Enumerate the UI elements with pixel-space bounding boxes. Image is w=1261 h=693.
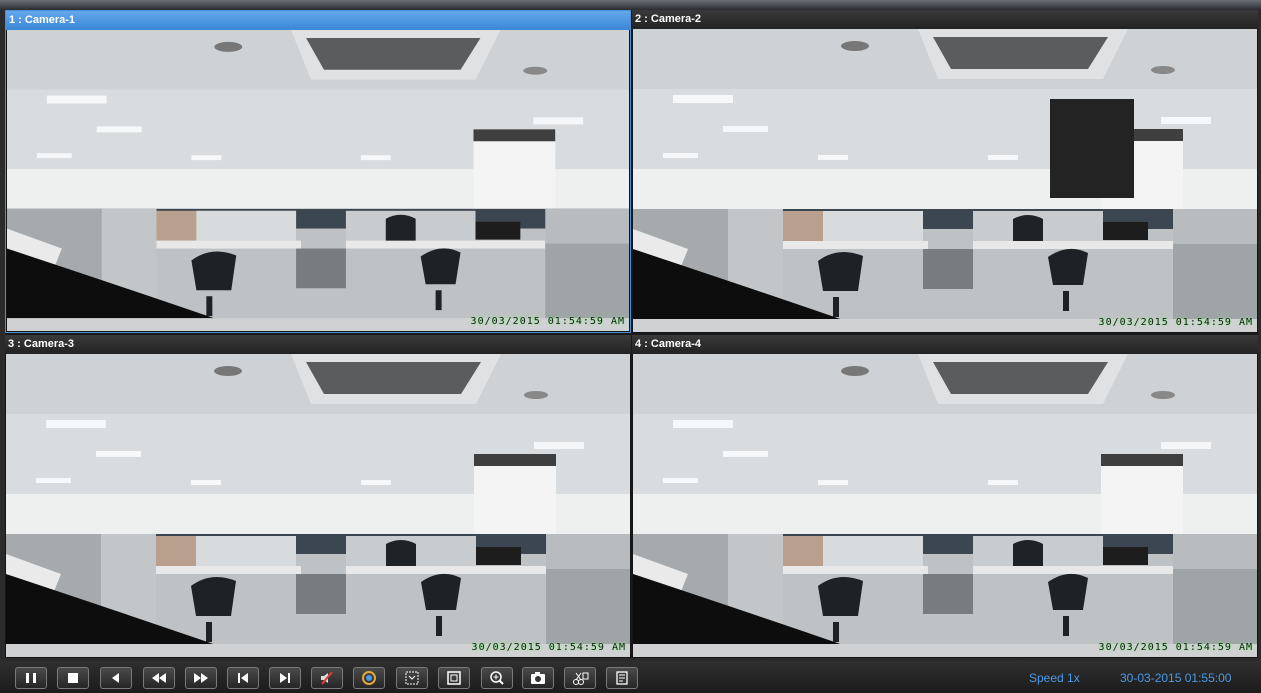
playback-toolbar: Speed 1x 30-03-2015 01:55:00 xyxy=(0,661,1261,693)
camera-pane-3[interactable]: 3 : Camera-3 30/03/2015 01:54:59 AM xyxy=(5,335,631,658)
pause-button[interactable] xyxy=(15,667,47,689)
fullscreen-button[interactable] xyxy=(438,667,470,689)
rewind-icon xyxy=(152,673,166,683)
rewind-button[interactable] xyxy=(143,667,175,689)
clip-export-button[interactable] xyxy=(564,667,596,689)
skip-start-button[interactable] xyxy=(227,667,259,689)
stop-icon xyxy=(68,673,78,683)
video-timestamp: 30/03/2015 01:54:59 AM xyxy=(1098,642,1253,653)
pane-title: 2 : Camera-2 xyxy=(632,10,1258,29)
step-back-icon xyxy=(112,673,119,683)
fast-forward-button[interactable] xyxy=(185,667,217,689)
snapshot-button[interactable] xyxy=(522,667,554,689)
step-back-button[interactable] xyxy=(100,667,132,689)
clip-export-icon xyxy=(573,672,589,685)
fit-screen-button[interactable] xyxy=(396,667,428,689)
zoom-in-icon xyxy=(490,671,504,685)
video-timestamp: 30/03/2015 01:54:59 AM xyxy=(470,316,625,327)
office-scene-image xyxy=(633,29,1257,332)
pane-title: 4 : Camera-4 xyxy=(632,335,1258,354)
skip-start-icon xyxy=(238,673,248,683)
fullscreen-icon xyxy=(447,671,461,685)
notes-icon xyxy=(616,671,628,685)
color-adjust-icon xyxy=(362,671,376,685)
camera-video-feed[interactable]: 30/03/2015 01:54:59 AM xyxy=(7,30,629,331)
office-scene-image xyxy=(6,354,630,657)
notes-button[interactable] xyxy=(606,667,638,689)
playback-datetime: 30-03-2015 01:55:00 xyxy=(1120,671,1232,685)
zoom-in-button[interactable] xyxy=(481,667,513,689)
pane-title: 1 : Camera-1 xyxy=(6,11,630,30)
stop-button[interactable] xyxy=(57,667,89,689)
skip-end-icon xyxy=(280,673,290,683)
office-scene-image xyxy=(7,30,629,331)
snapshot-icon xyxy=(531,672,545,684)
skip-end-button[interactable] xyxy=(269,667,301,689)
fit-screen-icon xyxy=(405,671,419,685)
color-adjust-button[interactable] xyxy=(353,667,385,689)
video-timestamp: 30/03/2015 01:54:59 AM xyxy=(471,642,626,653)
privacy-mask xyxy=(1050,99,1134,198)
camera-pane-2[interactable]: 2 : Camera-2 30/03/2015 01:54:59 AM xyxy=(632,10,1258,333)
pane-title: 3 : Camera-3 xyxy=(5,335,631,354)
camera-video-feed[interactable]: 30/03/2015 01:54:59 AM xyxy=(633,29,1257,332)
mute-icon xyxy=(321,671,333,685)
camera-grid: 1 : Camera-1 30/03/2015 01:54:59 AM 2 : … xyxy=(5,10,1258,658)
camera-video-feed[interactable]: 30/03/2015 01:54:59 AM xyxy=(633,354,1257,657)
camera-pane-1[interactable]: 1 : Camera-1 30/03/2015 01:54:59 AM xyxy=(5,10,631,333)
playback-speed: Speed 1x xyxy=(1029,671,1080,685)
mute-button[interactable] xyxy=(311,667,343,689)
video-timestamp: 30/03/2015 01:54:59 AM xyxy=(1098,317,1253,328)
camera-pane-4[interactable]: 4 : Camera-4 30/03/2015 01:54:59 AM xyxy=(632,335,1258,658)
fast-forward-icon xyxy=(194,673,208,683)
camera-video-feed[interactable]: 30/03/2015 01:54:59 AM xyxy=(6,354,630,657)
pause-icon xyxy=(26,673,36,683)
office-scene-image xyxy=(633,354,1257,657)
window-top-strip xyxy=(0,0,1261,10)
